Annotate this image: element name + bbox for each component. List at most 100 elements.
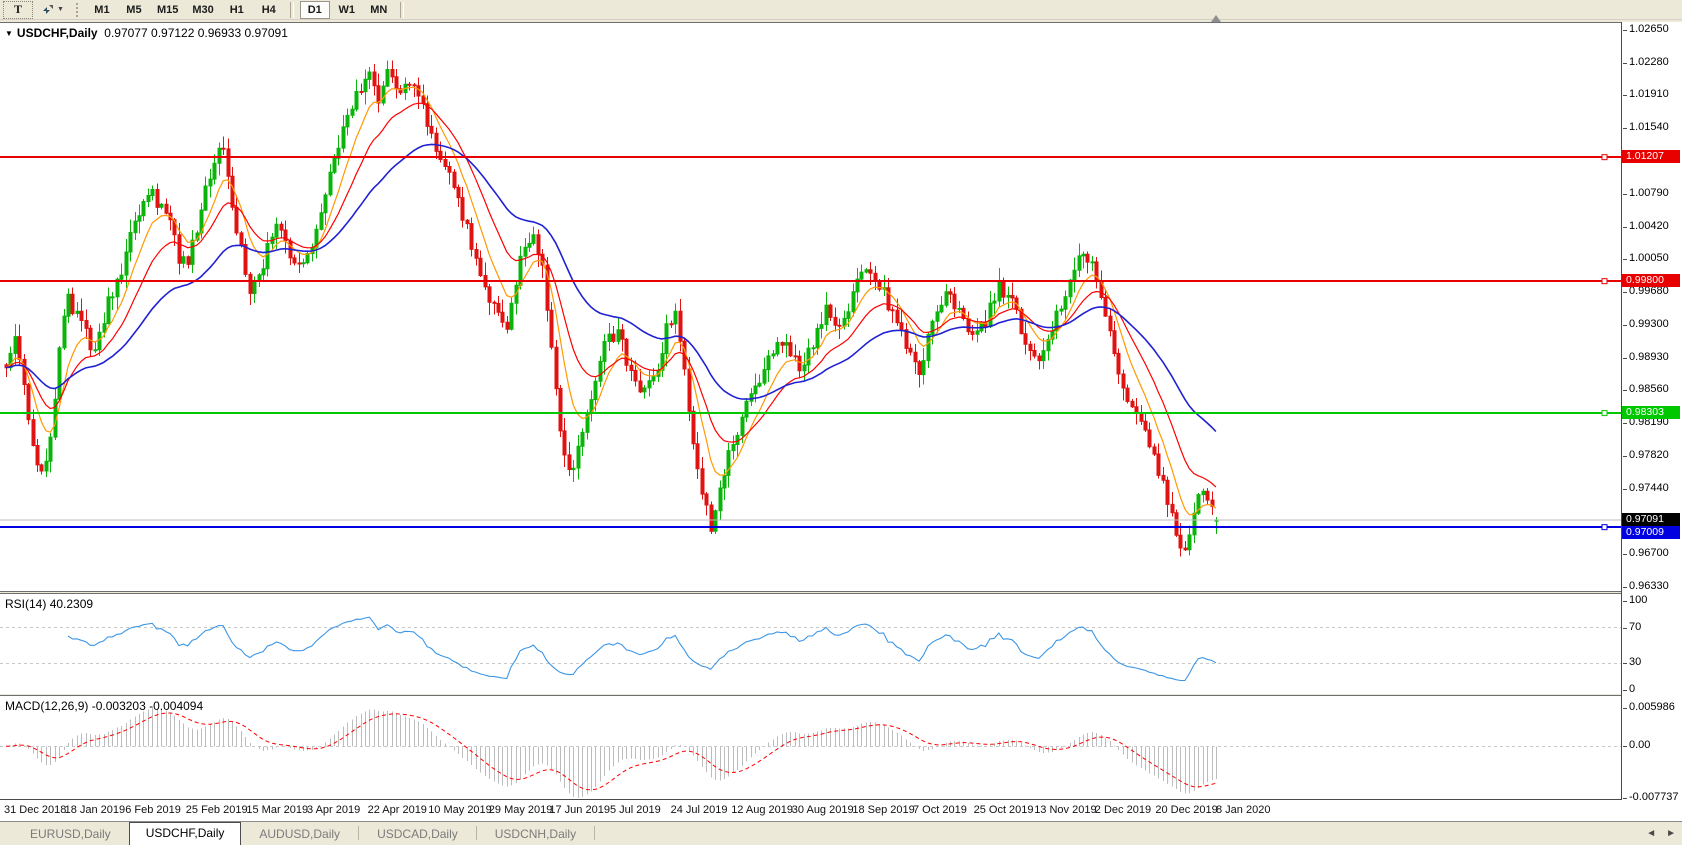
- macd-signal-line: [5, 712, 1217, 791]
- price-tick: 0.96700: [1623, 547, 1669, 560]
- timeframe-button-m1[interactable]: M1: [87, 1, 117, 19]
- chart-title: ▼ USDCHF,Daily 0.97077 0.97122 0.96933 0.…: [5, 26, 288, 40]
- timeframe-group: M1 M5 M15 M30 H1 H4 D1 W1 MN: [87, 0, 408, 19]
- price-axis[interactable]: 1.026501.022801.019101.015401.011701.007…: [1621, 22, 1682, 803]
- rsi-label: RSI(14) 40.2309: [5, 597, 94, 611]
- rsi-tick: 0: [1622, 683, 1636, 695]
- date-tick: 31 Dec 2018: [4, 804, 67, 816]
- date-tick: 30 Aug 2019: [791, 804, 854, 816]
- date-tick: 18 Sep 2019: [852, 804, 915, 816]
- price-tick: 1.01910: [1623, 88, 1669, 101]
- rsi-plot[interactable]: [0, 595, 1621, 694]
- ohlc-high: 0.97122: [151, 26, 195, 40]
- main-chart-panel[interactable]: ▼ USDCHF,Daily 0.97077 0.97122 0.96933 0.…: [0, 22, 1682, 592]
- rsi-tick: 70: [1622, 620, 1642, 633]
- mt4-terminal: { "toolbar": { "text_tool": "T", "timefr…: [0, 0, 1682, 845]
- chart-tools-button[interactable]: ▼: [35, 1, 70, 19]
- timeframe-button-h4[interactable]: H4: [254, 1, 284, 19]
- timeframe-button-m30[interactable]: M30: [186, 1, 219, 19]
- timeframe-button-m15[interactable]: M15: [151, 1, 184, 19]
- up-candle-bodies: [8, 69, 1219, 551]
- date-tick: 18 Jan 2019: [64, 804, 126, 816]
- ma-line-fast: [5, 86, 1217, 516]
- date-tick: 24 Jul 2019: [670, 804, 728, 816]
- timeframe-button-h1[interactable]: H1: [222, 1, 252, 19]
- macd-value-2: -0.004094: [149, 699, 204, 713]
- date-tick: 20 Dec 2019: [1155, 804, 1218, 816]
- macd-tick: 0.00: [1622, 739, 1651, 752]
- hline-handle-resistance-lower: [1601, 278, 1608, 285]
- date-tick: 17 Jun 2019: [549, 804, 610, 816]
- tab-eurusd-daily[interactable]: EURUSD,Daily: [12, 824, 129, 845]
- price-tick: 1.01540: [1623, 120, 1669, 133]
- down-candle-wicks: [6, 60, 1213, 557]
- date-tick: 2 Dec 2019: [1094, 804, 1152, 816]
- price-tick: 0.97820: [1623, 448, 1669, 461]
- chevron-down-icon: ▼: [57, 6, 64, 13]
- date-tick: 6 Feb 2019: [125, 804, 181, 816]
- rsi-tick: 30: [1622, 656, 1642, 669]
- ma-line-medium: [5, 102, 1217, 488]
- toolbar-separator: [399, 1, 404, 18]
- candlestick-plot[interactable]: [0, 24, 1621, 592]
- tab-usdcnh-daily[interactable]: USDCNH,Daily: [477, 824, 594, 845]
- hline-handle-resistance-upper: [1601, 154, 1608, 161]
- timeframe-button-w1[interactable]: W1: [332, 1, 362, 19]
- date-tick: 15 Mar 2019: [246, 804, 309, 816]
- date-tick: 25 Feb 2019: [185, 804, 248, 816]
- price-tick: 0.96330: [1623, 579, 1669, 592]
- toolbar-separator: [289, 1, 294, 18]
- hline-handle-support-green: [1601, 410, 1608, 417]
- date-tick: 22 Apr 2019: [367, 804, 427, 816]
- tab-usdcad-daily[interactable]: USDCAD,Daily: [359, 824, 476, 845]
- ohlc-close: 0.97091: [244, 26, 288, 40]
- down-candle-bodies: [4, 69, 1215, 551]
- timeframe-button-mn[interactable]: MN: [364, 1, 394, 19]
- price-tag-resistance-lower: 0.99800: [1622, 273, 1680, 287]
- ma-line-slow: [5, 143, 1217, 433]
- chart-shift-marker-icon[interactable]: [1211, 15, 1221, 22]
- ohlc-low: 0.96933: [197, 26, 242, 40]
- price-tag-resistance-upper: 1.01207: [1622, 149, 1680, 163]
- up-candle-wicks: [10, 60, 1217, 556]
- macd-plot[interactable]: [0, 697, 1621, 800]
- date-axis[interactable]: 31 Dec 2018 18 Jan 2019 6 Feb 2019 25 Feb 2…: [0, 800, 1682, 821]
- rsi-value: 40.2309: [49, 597, 94, 611]
- date-tick: 12 Aug 2019: [731, 804, 793, 816]
- toolbar-grip: [75, 2, 81, 17]
- tab-audusd-daily[interactable]: AUDUSD,Daily: [241, 824, 358, 845]
- price-tick: 1.00790: [1623, 186, 1669, 199]
- price-tick: 0.98930: [1623, 350, 1669, 363]
- timeframe-button-d1[interactable]: D1: [299, 0, 330, 19]
- price-tag-support-green: 0.98303: [1622, 405, 1680, 419]
- date-tick: 10 May 2019: [428, 804, 492, 816]
- tab-usdchf-daily[interactable]: USDCHF,Daily: [128, 822, 242, 845]
- price-tick: 0.97440: [1623, 482, 1669, 495]
- tab-scroll-right-icon[interactable]: ►: [1666, 827, 1676, 841]
- hline-handle-support-blue: [1601, 524, 1608, 531]
- macd-tick: -0.007737: [1623, 791, 1679, 803]
- macd-panel[interactable]: MACD(12,26,9) -0.003203 -0.004094: [0, 695, 1682, 800]
- chart-tab-bar: EURUSD,Daily USDCHF,Daily AUDUSD,Daily USDC…: [0, 821, 1682, 845]
- date-tick: 3 Apr 2019: [307, 804, 361, 816]
- date-tick: 7 Oct 2019: [913, 804, 967, 816]
- macd-tick: 0.005986: [1623, 701, 1675, 713]
- ohlc-open: 0.97077: [104, 26, 148, 40]
- date-tick: 8 Jan 2020: [1216, 804, 1271, 816]
- price-tick: 1.02280: [1623, 55, 1669, 68]
- rsi-panel[interactable]: RSI(14) 40.2309: [0, 593, 1682, 694]
- price-tick: 1.00420: [1623, 219, 1669, 232]
- chart-tools-icon: [41, 4, 55, 16]
- tab-scroll-buttons: ◄ ►: [1646, 827, 1676, 841]
- date-tick: 25 Oct 2019: [973, 804, 1034, 816]
- date-tick: 5 Jul 2019: [610, 804, 661, 816]
- tab-scroll-left-icon[interactable]: ◄: [1646, 827, 1656, 841]
- timeframe-button-m5[interactable]: M5: [119, 1, 149, 19]
- price-tick: 1.02650: [1623, 23, 1669, 35]
- macd-value-1: -0.003203: [91, 699, 146, 713]
- macd-histogram: [10, 708, 1217, 798]
- text-tool-button[interactable]: T: [3, 0, 33, 19]
- chart-menu-icon[interactable]: ▼: [5, 29, 13, 38]
- tab-separator: [594, 826, 596, 840]
- rsi-line: [67, 616, 1217, 682]
